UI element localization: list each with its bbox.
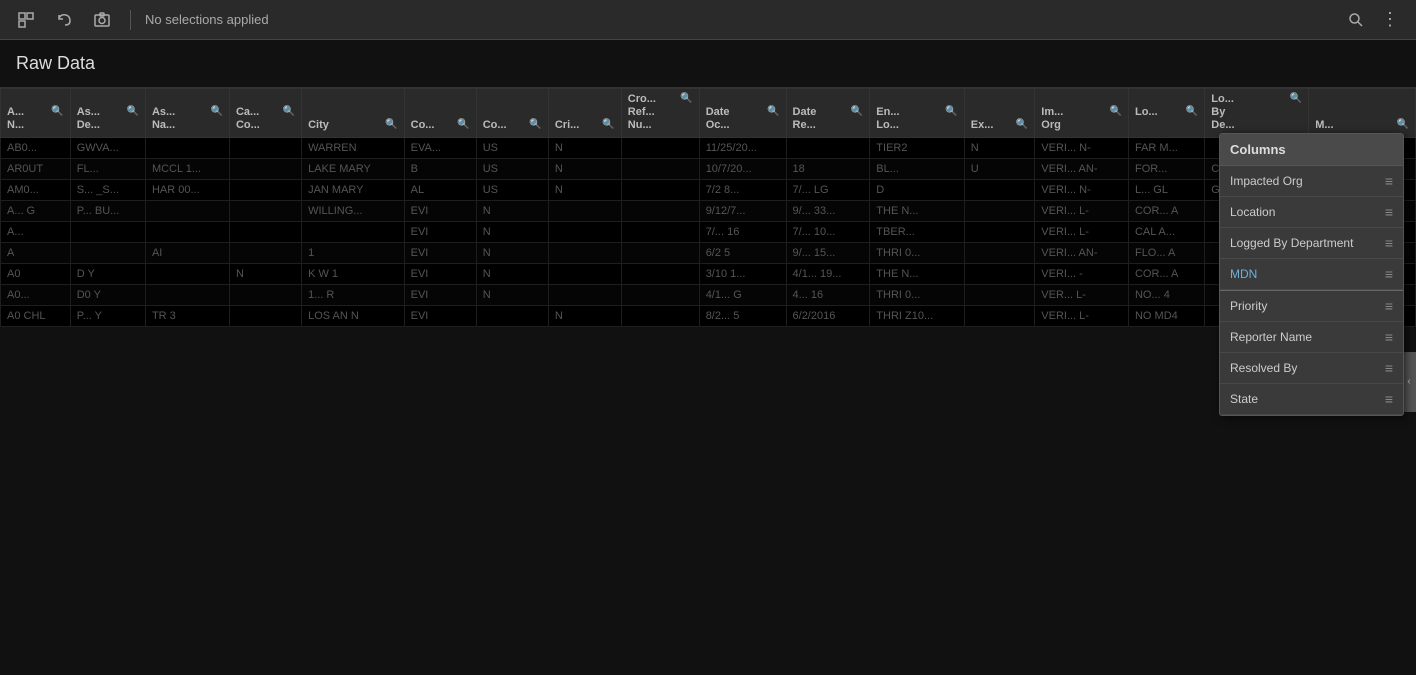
search-icon-imorg[interactable]: 🔍 — [1110, 106, 1122, 117]
right-edge-tab[interactable]: ‹ — [1402, 352, 1416, 412]
search-icon-co1[interactable]: 🔍 — [457, 119, 469, 130]
table-row: AB0... GWVA... WARREN EVA... US N 11/25/… — [1, 137, 1416, 158]
columns-panel-item-reporter-name[interactable]: Reporter Name ≡ — [1220, 322, 1403, 353]
search-icon-co2[interactable]: 🔍 — [529, 119, 541, 130]
search-icon-ex[interactable]: 🔍 — [1016, 119, 1028, 130]
toolbar-right: ⋮ — [1342, 6, 1404, 34]
search-icon-caco[interactable]: 🔍 — [283, 106, 295, 117]
search-icon-crossref[interactable]: 🔍 — [680, 93, 692, 104]
col-header-loby: Lo...ByDe... 🔍 — [1205, 89, 1309, 138]
table-row: A0... D0 Y 1... R EVI N 4/1... G 4... 16… — [1, 284, 1416, 305]
columns-panel-item-priority[interactable]: Priority ≡ — [1220, 290, 1403, 322]
col-header-co1: Co... 🔍 — [404, 89, 476, 138]
search-icon-datere[interactable]: 🔍 — [851, 106, 863, 117]
columns-panel-item-resolved-by[interactable]: Resolved By ≡ — [1220, 353, 1403, 384]
snapshot-icon[interactable] — [88, 6, 116, 34]
table-row: A... EVI N 7/... 16 7/... 10... TBER... … — [1, 221, 1416, 242]
undo-icon[interactable] — [50, 6, 78, 34]
search-icon-cri[interactable]: 🔍 — [602, 119, 614, 130]
page-title: Raw Data — [16, 53, 95, 74]
select-icon[interactable] — [12, 6, 40, 34]
columns-panel-item-impacted-org[interactable]: Impacted Org ≡ — [1220, 166, 1403, 197]
table-container: A...N... 🔍 As...De... 🔍 As...Na... 🔍 — [0, 88, 1416, 675]
col-header-cri: Cri... 🔍 — [548, 89, 621, 138]
col-header-caco: Ca...Co... 🔍 — [229, 89, 301, 138]
columns-panel-item-state[interactable]: State ≡ — [1220, 384, 1403, 415]
page-title-bar: Raw Data — [0, 40, 1416, 88]
drag-handle-impacted-org[interactable]: ≡ — [1385, 173, 1393, 189]
search-icon-lo[interactable]: 🔍 — [1186, 106, 1198, 117]
drag-handle-location[interactable]: ≡ — [1385, 204, 1393, 220]
search-icon-an[interactable]: 🔍 — [51, 106, 63, 117]
col-header-city: City 🔍 — [302, 89, 405, 138]
table-row: A... G P... BU... WILLING... EVI N 9/12/… — [1, 200, 1416, 221]
col-header-asd: As...De... 🔍 — [70, 89, 145, 138]
col-header-asn: As...Na... 🔍 — [145, 89, 229, 138]
table-row: A0 CHL P... Y TR 3 LOS AN N EVI N 8/2...… — [1, 305, 1416, 326]
table-header-row: A...N... 🔍 As...De... 🔍 As...Na... 🔍 — [1, 89, 1416, 138]
table-row: A0 D Y N K W 1 EVI N 3/10 1... 4/1... 19… — [1, 263, 1416, 284]
columns-panel-item-logged-by-dept[interactable]: Logged By Department ≡ — [1220, 228, 1403, 259]
search-icon-asd[interactable]: 🔍 — [126, 106, 138, 117]
col-header-datere: DateRe... 🔍 — [786, 89, 870, 138]
table-row: A AI 1 EVI N 6/2 5 9/... 15... THRI 0...… — [1, 242, 1416, 263]
col-header-m: M... 🔍 — [1309, 89, 1416, 138]
col-header-crossref: Cro...Ref...Nu... 🔍 — [621, 89, 699, 138]
col-header-ex: Ex... 🔍 — [964, 89, 1034, 138]
drag-handle-state[interactable]: ≡ — [1385, 391, 1393, 407]
search-icon-asn[interactable]: 🔍 — [211, 106, 223, 117]
col-header-co2: Co... 🔍 — [476, 89, 548, 138]
search-icon-loby[interactable]: 🔍 — [1290, 93, 1302, 104]
toolbar-divider — [130, 10, 131, 30]
columns-panel-title: Columns — [1220, 134, 1403, 166]
columns-panel: Columns Impacted Org ≡ Location ≡ Logged… — [1219, 133, 1404, 416]
col-header-dateocc: DateOc... 🔍 — [699, 89, 786, 138]
table-row: AM0... S... _S... HAR 00... JAN MARY AL … — [1, 179, 1416, 200]
search-icon-enlo[interactable]: 🔍 — [945, 106, 957, 117]
toolbar-status: No selections applied — [145, 12, 1332, 27]
search-icon-m[interactable]: 🔍 — [1397, 119, 1409, 130]
drag-handle-mdn[interactable]: ≡ — [1385, 266, 1393, 282]
toolbar-search-icon[interactable] — [1342, 6, 1370, 34]
data-table: A...N... 🔍 As...De... 🔍 As...Na... 🔍 — [0, 88, 1416, 327]
col-header-an: A...N... 🔍 — [1, 89, 71, 138]
search-icon-city[interactable]: 🔍 — [385, 119, 397, 130]
col-header-enlo: En...Lo... 🔍 — [870, 89, 965, 138]
drag-handle-resolved-by[interactable]: ≡ — [1385, 360, 1393, 376]
toolbar: No selections applied ⋮ — [0, 0, 1416, 40]
columns-panel-item-mdn[interactable]: MDN ≡ — [1220, 259, 1403, 290]
search-icon-dateocc[interactable]: 🔍 — [767, 106, 779, 117]
more-icon[interactable]: ⋮ — [1376, 6, 1404, 34]
columns-panel-item-location[interactable]: Location ≡ — [1220, 197, 1403, 228]
col-header-lo: Lo... 🔍 — [1128, 89, 1204, 138]
table-row: AR0UT FL... MCCL 1... LAKE MARY B US N 1… — [1, 158, 1416, 179]
drag-handle-logged-by-dept[interactable]: ≡ — [1385, 235, 1393, 251]
drag-handle-priority[interactable]: ≡ — [1385, 298, 1393, 314]
drag-handle-reporter-name[interactable]: ≡ — [1385, 329, 1393, 345]
col-header-imorg: Im...Org 🔍 — [1035, 89, 1129, 138]
